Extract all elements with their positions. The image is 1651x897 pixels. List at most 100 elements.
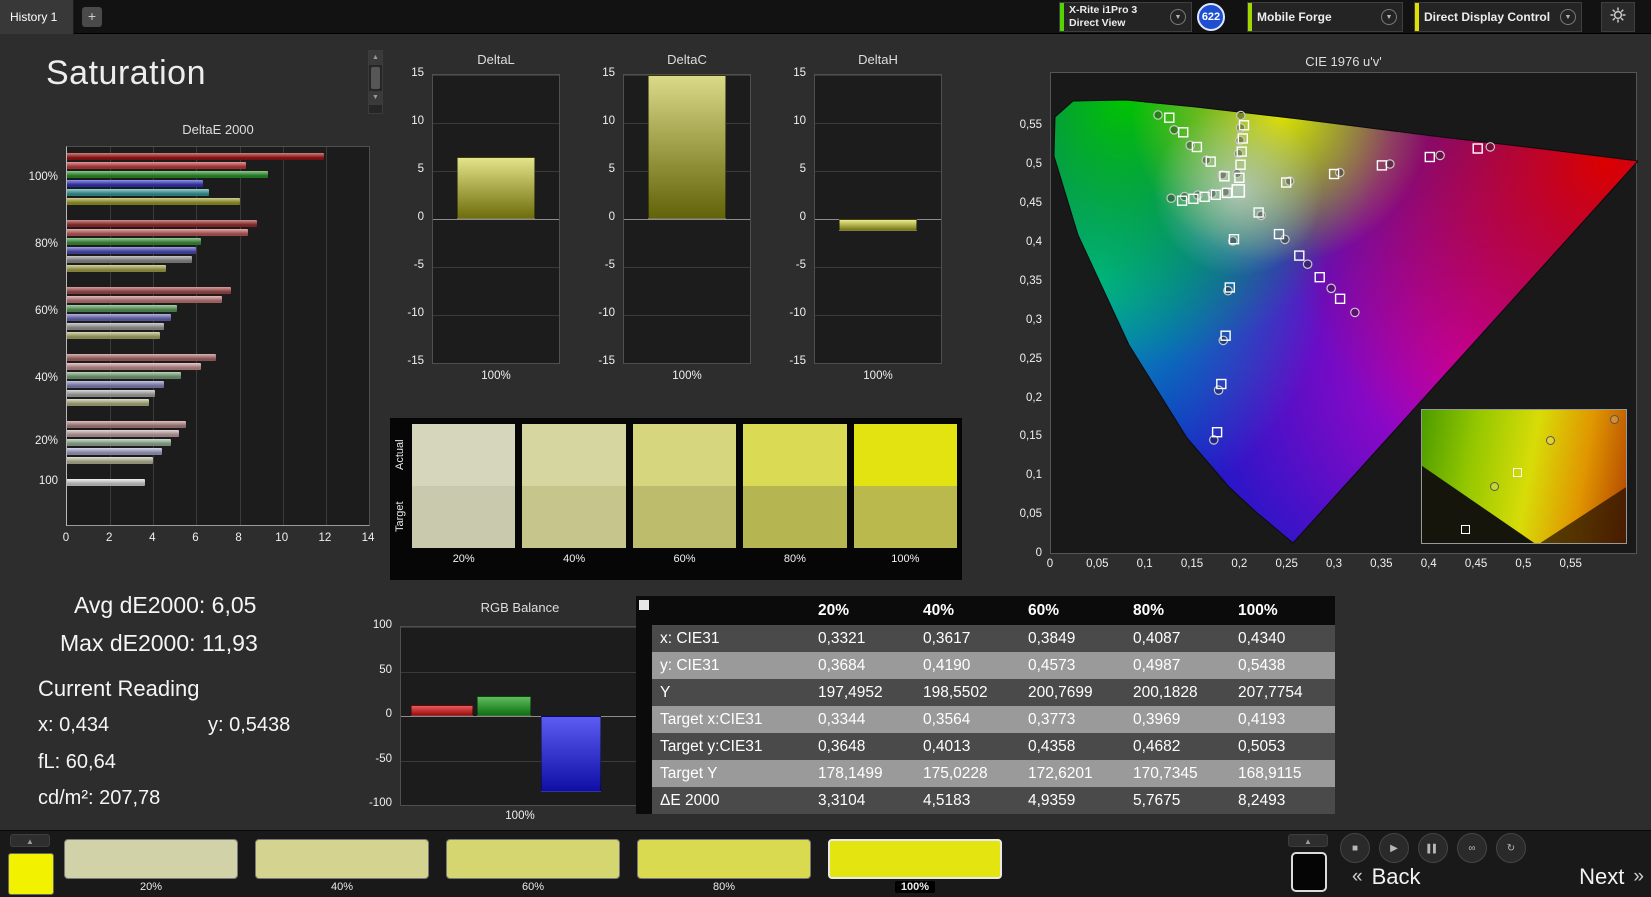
y-tick-label: 0,25: [1019, 352, 1042, 365]
stop-button[interactable]: ■: [1340, 833, 1370, 863]
bottom-bar: ▲ 20% 40% 60% 80% 100% ▲ ■ ▶ ▌▌ ∞ ↻ « Back Next …: [0, 830, 1651, 897]
x-tick-label: 10: [275, 532, 289, 544]
de-bar: [67, 381, 165, 388]
back-label: Back: [1371, 864, 1421, 889]
y-tick-label: -50: [375, 752, 392, 765]
y-tick-label: 10: [793, 115, 806, 127]
scroll-thumb[interactable]: [371, 67, 380, 89]
deltae-xaxis: 0 2 4 6 8 10 12 14: [63, 532, 375, 548]
table-cell: 0,4573: [1020, 652, 1125, 679]
cie-plot: [1050, 72, 1640, 554]
blue-bar: [541, 716, 601, 792]
y-tick-label: 0,1: [1026, 469, 1042, 482]
delta-bar: [648, 75, 726, 219]
gridline: [401, 671, 639, 673]
current-y-readout: y: 0,5438: [208, 714, 291, 736]
table-handle[interactable]: [639, 600, 649, 610]
rgb-plot: [400, 626, 640, 806]
meter-count-badge: 622: [1197, 3, 1225, 31]
table-cell: 200,7699: [1020, 679, 1125, 706]
collapse-left-button[interactable]: ▲: [10, 834, 50, 847]
de-bar: [67, 332, 160, 339]
saturation-swatch-100[interactable]: 100%: [828, 839, 1002, 893]
blackout-button[interactable]: [1291, 852, 1327, 892]
x-tick-label: 0,4: [1420, 558, 1437, 570]
display-dropdown-label: Direct Display Control: [1424, 10, 1551, 24]
y-tick-label: 0,4: [1026, 236, 1042, 249]
target-swatch: [853, 486, 958, 548]
de-bar: [67, 372, 182, 379]
deltae2000-chart: DeltaE 2000 100% 80% 60% 40% 20% 100 0 2 4 6 8 10 1…: [18, 122, 375, 562]
group-label: 60%: [34, 305, 58, 317]
y-tick-label: 0: [385, 708, 392, 720]
scroll-down-button[interactable]: ▼: [369, 91, 382, 105]
y-tick-label: -10: [789, 307, 806, 319]
table-cell: 0,4340: [1230, 625, 1335, 652]
y-tick-label: 0: [1035, 547, 1042, 559]
add-tab-button[interactable]: +: [82, 7, 102, 27]
de-bar: [67, 238, 201, 245]
gridline: [815, 315, 941, 316]
compare-column: 40%: [522, 424, 626, 568]
y-tick-label: 0,05: [1019, 508, 1042, 521]
chevron-down-icon[interactable]: ▼: [1381, 9, 1397, 25]
table-cell: 4,9359: [1020, 787, 1125, 814]
gridline: [624, 219, 750, 220]
de-bar: [67, 390, 156, 397]
de-bar: [67, 421, 186, 428]
chevron-down-icon[interactable]: ▼: [1170, 9, 1186, 25]
table-column-header: 40%: [915, 596, 1020, 625]
cie-title: CIE 1976 u'v': [1305, 54, 1382, 69]
saturation-swatch-20[interactable]: 20%: [64, 839, 238, 893]
saturation-swatch-80[interactable]: 80%: [637, 839, 811, 893]
display-dropdown[interactable]: Direct Display Control ▼: [1414, 2, 1582, 32]
group-label: 100: [38, 474, 58, 487]
saturation-swatch-60[interactable]: 60%: [446, 839, 620, 893]
actual-swatch: [632, 424, 737, 486]
actual-swatch: [522, 424, 626, 486]
table-row-label: Target Y: [652, 760, 810, 787]
de-bar: [67, 323, 165, 330]
gridline: [239, 147, 241, 525]
loop-button[interactable]: ∞: [1457, 833, 1487, 863]
table-cell: 0,4358: [1020, 733, 1125, 760]
de-bar: [67, 265, 167, 272]
next-button[interactable]: Next »: [1579, 864, 1644, 890]
table-row-label: x: CIE31: [652, 625, 810, 652]
de-bar: [67, 220, 257, 227]
meter-dropdown[interactable]: X-Rite i1Pro 3 Direct View ▼: [1059, 2, 1192, 32]
gridline: [815, 123, 941, 124]
settings-button[interactable]: [1601, 2, 1635, 32]
back-button[interactable]: « Back: [1352, 864, 1421, 890]
pause-button[interactable]: ▌▌: [1418, 833, 1448, 863]
target-swatch: [632, 486, 737, 548]
swatch-label: 60%: [521, 881, 545, 893]
group-label: 100%: [28, 171, 58, 183]
table-cell: 168,9115: [1230, 760, 1335, 787]
y-tick-label: 0: [417, 211, 424, 223]
gridline: [815, 75, 941, 76]
de-bar: [67, 448, 162, 455]
table-cell: 0,4682: [1125, 733, 1230, 760]
saturation-level-swatches: 20% 40% 60% 80% 100%: [64, 839, 1002, 893]
y-tick-label: 0,45: [1019, 197, 1042, 210]
table-cell: 0,3321: [810, 625, 915, 652]
y-tick-label: 0,55: [1019, 119, 1042, 132]
gridline: [624, 267, 750, 268]
scroll-up-button[interactable]: ▲: [369, 51, 382, 65]
collapse-right-button[interactable]: ▲: [1288, 834, 1328, 847]
chevron-down-icon[interactable]: ▼: [1560, 9, 1576, 25]
y-tick-label: -10: [407, 307, 424, 319]
measurement-marker: [1153, 110, 1163, 120]
measurement-marker: [1280, 234, 1290, 245]
display-status-stripe: [1415, 3, 1419, 31]
x-tick-label: 0,35: [1370, 558, 1393, 570]
play-button[interactable]: ▶: [1379, 833, 1409, 863]
table-cell: 0,4013: [915, 733, 1020, 760]
source-dropdown[interactable]: Mobile Forge ▼: [1247, 2, 1403, 32]
refresh-button[interactable]: ↻: [1496, 833, 1526, 863]
de-bar: [67, 363, 201, 370]
saturation-swatch-40[interactable]: 40%: [255, 839, 429, 893]
history-tab[interactable]: History 1: [0, 0, 74, 34]
y-tick-label: 5: [417, 163, 424, 175]
